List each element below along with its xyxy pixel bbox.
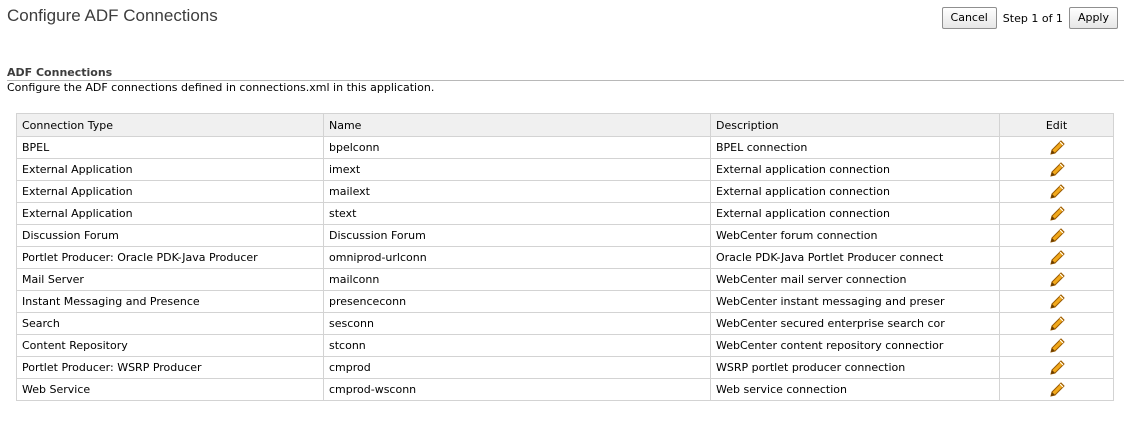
cell-connection-type: External Application bbox=[16, 180, 324, 203]
pencil-icon[interactable] bbox=[1048, 205, 1066, 223]
column-header-edit: Edit bbox=[999, 113, 1114, 137]
pencil-icon[interactable] bbox=[1048, 249, 1066, 267]
pencil-icon[interactable] bbox=[1048, 161, 1066, 179]
cell-connection-type: Discussion Forum bbox=[16, 224, 324, 247]
table-row[interactable]: Portlet Producer: Oracle PDK-Java Produc… bbox=[16, 246, 1114, 269]
cell-edit bbox=[999, 334, 1114, 357]
section-header: ADF Connections bbox=[7, 66, 1124, 81]
table-row[interactable]: External Application stext External appl… bbox=[16, 202, 1114, 225]
cell-connection-type: Web Service bbox=[16, 378, 324, 401]
section-description: Configure the ADF connections defined in… bbox=[7, 81, 435, 94]
table-row[interactable]: External Application imext External appl… bbox=[16, 158, 1114, 181]
pencil-icon[interactable] bbox=[1048, 315, 1066, 333]
table-row[interactable]: Content Repository stconn WebCenter cont… bbox=[16, 334, 1114, 357]
column-header-name[interactable]: Name bbox=[323, 113, 711, 137]
cell-name: stconn bbox=[323, 334, 711, 357]
cell-name: omniprod-urlconn bbox=[323, 246, 711, 269]
column-header-description[interactable]: Description bbox=[710, 113, 1000, 137]
cell-edit bbox=[999, 246, 1114, 269]
table-row[interactable]: BPEL bpelconn BPEL connection bbox=[16, 136, 1114, 159]
pencil-icon[interactable] bbox=[1048, 381, 1066, 399]
pencil-icon[interactable] bbox=[1048, 293, 1066, 311]
cell-description: WebCenter secured enterprise search cor bbox=[710, 312, 1000, 335]
cell-name: mailext bbox=[323, 180, 711, 203]
table-row[interactable]: Web Service cmprod-wsconn Web service co… bbox=[16, 378, 1114, 401]
cell-connection-type: External Application bbox=[16, 202, 324, 225]
cell-edit bbox=[999, 290, 1114, 313]
table-header-row: Connection Type Name Description Edit bbox=[16, 113, 1114, 137]
cell-name: Discussion Forum bbox=[323, 224, 711, 247]
cell-description: Web service connection bbox=[710, 378, 1000, 401]
cell-connection-type: Portlet Producer: WSRP Producer bbox=[16, 356, 324, 379]
cell-edit bbox=[999, 136, 1114, 159]
cell-connection-type: BPEL bbox=[16, 136, 324, 159]
cell-connection-type: Content Repository bbox=[16, 334, 324, 357]
table-row[interactable]: Portlet Producer: WSRP Producer cmprod W… bbox=[16, 356, 1114, 379]
cell-edit bbox=[999, 378, 1114, 401]
apply-button[interactable]: Apply bbox=[1068, 7, 1118, 29]
cell-description: WebCenter instant messaging and preser bbox=[710, 290, 1000, 313]
connections-table: Connection Type Name Description Edit BP… bbox=[16, 113, 1114, 401]
cell-connection-type: Mail Server bbox=[16, 268, 324, 291]
table-row[interactable]: Mail Server mailconn WebCenter mail serv… bbox=[16, 268, 1114, 291]
cell-description: BPEL connection bbox=[710, 136, 1000, 159]
pencil-icon[interactable] bbox=[1048, 227, 1066, 245]
cell-edit bbox=[999, 180, 1114, 203]
cell-name: cmprod bbox=[323, 356, 711, 379]
pencil-icon[interactable] bbox=[1048, 337, 1066, 355]
pencil-icon[interactable] bbox=[1048, 271, 1066, 289]
pencil-icon[interactable] bbox=[1048, 359, 1066, 377]
cell-edit bbox=[999, 224, 1114, 247]
cell-edit bbox=[999, 268, 1114, 291]
cell-name: cmprod-wsconn bbox=[323, 378, 711, 401]
cell-name: stext bbox=[323, 202, 711, 225]
cell-description: WebCenter mail server connection bbox=[710, 268, 1000, 291]
cell-name: presenceconn bbox=[323, 290, 711, 313]
table-row[interactable]: External Application mailext External ap… bbox=[16, 180, 1114, 203]
cell-edit bbox=[999, 202, 1114, 225]
table-row[interactable]: Search sesconn WebCenter secured enterpr… bbox=[16, 312, 1114, 335]
cell-description: External application connection bbox=[710, 202, 1000, 225]
cell-description: WebCenter forum connection bbox=[710, 224, 1000, 247]
cell-description: Oracle PDK-Java Portlet Producer connect bbox=[710, 246, 1000, 269]
pencil-icon[interactable] bbox=[1048, 183, 1066, 201]
cell-connection-type: Search bbox=[16, 312, 324, 335]
cell-name: mailconn bbox=[323, 268, 711, 291]
cell-name: bpelconn bbox=[323, 136, 711, 159]
cancel-button[interactable]: Cancel bbox=[941, 7, 997, 29]
page-title: Configure ADF Connections bbox=[7, 6, 218, 25]
cell-connection-type: Instant Messaging and Presence bbox=[16, 290, 324, 313]
cell-description: WSRP portlet producer connection bbox=[710, 356, 1000, 379]
cell-description: WebCenter content repository connectior bbox=[710, 334, 1000, 357]
table-row[interactable]: Instant Messaging and Presence presencec… bbox=[16, 290, 1114, 313]
step-indicator: Step 1 of 1 bbox=[1002, 11, 1063, 25]
cell-connection-type: External Application bbox=[16, 158, 324, 181]
cell-edit bbox=[999, 158, 1114, 181]
cell-description: External application connection bbox=[710, 180, 1000, 203]
cell-edit bbox=[999, 356, 1114, 379]
pencil-icon[interactable] bbox=[1048, 139, 1066, 157]
cell-edit bbox=[999, 312, 1114, 335]
cell-name: imext bbox=[323, 158, 711, 181]
cell-connection-type: Portlet Producer: Oracle PDK-Java Produc… bbox=[16, 246, 324, 269]
train-toolbar: Cancel Step 1 of 1 Apply bbox=[941, 7, 1118, 29]
cell-name: sesconn bbox=[323, 312, 711, 335]
cell-description: External application connection bbox=[710, 158, 1000, 181]
column-header-connection-type[interactable]: Connection Type bbox=[16, 113, 324, 137]
table-row[interactable]: Discussion Forum Discussion Forum WebCen… bbox=[16, 224, 1114, 247]
